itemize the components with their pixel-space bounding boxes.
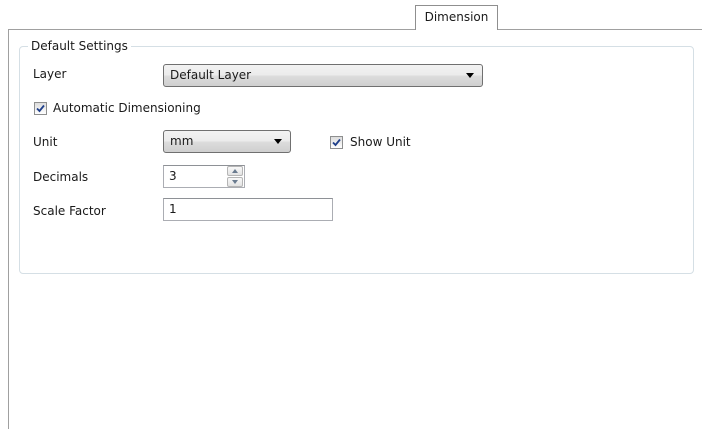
decimals-label: Decimals xyxy=(33,170,89,184)
show-unit-checkbox[interactable] xyxy=(330,136,343,149)
decimals-value: 3 xyxy=(169,169,177,183)
increment-button[interactable] xyxy=(227,166,243,176)
arrow-up-icon xyxy=(232,169,238,173)
chevron-down-icon xyxy=(466,73,474,78)
automatic-dimensioning-label[interactable]: Automatic Dimensioning xyxy=(53,101,201,115)
show-unit-label[interactable]: Show Unit xyxy=(350,135,411,149)
checkmark-icon xyxy=(36,104,45,113)
layer-dropdown-value: Default Layer xyxy=(170,68,252,82)
panel-border xyxy=(8,29,9,429)
tab-strip-line xyxy=(498,29,702,30)
unit-label: Unit xyxy=(33,135,58,149)
checkmark-icon xyxy=(332,138,341,147)
chevron-down-icon xyxy=(274,139,282,144)
layer-label: Layer xyxy=(33,67,67,81)
tab-strip-line xyxy=(8,29,415,30)
decimals-spinner xyxy=(227,166,243,187)
decrement-button[interactable] xyxy=(227,177,243,187)
automatic-dimensioning-checkbox[interactable] xyxy=(34,102,47,115)
unit-dropdown-value: mm xyxy=(170,134,194,148)
layer-dropdown[interactable]: Default Layer xyxy=(163,64,483,87)
scale-factor-label: Scale Factor xyxy=(33,204,106,218)
tab-dimension[interactable]: Dimension xyxy=(415,5,498,30)
group-title: Default Settings xyxy=(28,39,131,53)
arrow-down-icon xyxy=(232,180,238,184)
unit-dropdown[interactable]: mm xyxy=(163,130,291,153)
scale-factor-value: 1 xyxy=(169,202,177,216)
scale-factor-input[interactable]: 1 xyxy=(163,198,333,221)
